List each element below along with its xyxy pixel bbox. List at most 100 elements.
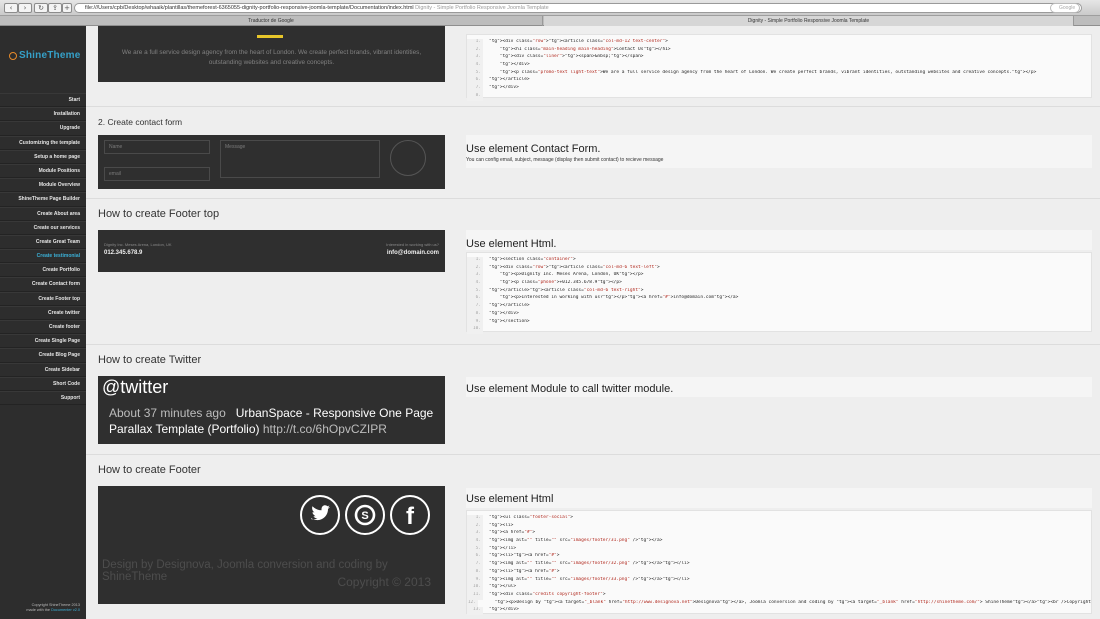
line-number: 3.	[467, 272, 483, 281]
section-title-twitter: How to create Twitter	[98, 354, 202, 366]
logo-mark-icon	[9, 51, 17, 60]
preview-email-field: email	[104, 167, 210, 181]
sidebar-item[interactable]: Create Single Page	[0, 334, 86, 349]
sidebar-item[interactable]: Create Blog Page	[0, 348, 86, 363]
code-text: "tg"></article>	[489, 303, 530, 309]
code-text: "tg"><p class="promo-text light-text">We…	[499, 69, 1037, 75]
sidebar-item[interactable]: Create Sidebar	[0, 362, 86, 377]
code-text: "tg"><p>Dignity Inc. Meses Arena, London…	[499, 272, 644, 278]
sidebar-item[interactable]: Create Portfolio	[0, 263, 86, 278]
preview-footer-copyright: Copyright © 2013	[337, 575, 431, 589]
preview-footer: S f Design by Designova, Joomla conversi…	[98, 486, 445, 604]
line-number: 3.	[467, 54, 483, 63]
code-line: 11. "tg"><div class="credits copyright-fo…	[467, 591, 1091, 600]
code-text: "tg"></ul>	[489, 584, 517, 590]
preview-promo-text: We are a full service design agency from…	[121, 49, 422, 66]
tab-bar: Traductor de Google Dignity - Simple Por…	[0, 16, 1100, 26]
back-icon[interactable]: ‹	[4, 3, 18, 13]
sidebar-item[interactable]: Module Overview	[0, 178, 86, 193]
preview-tweet-time: About 37 minutes ago	[109, 406, 226, 420]
code-line: 6. "tg"></article>	[467, 77, 1091, 86]
address-bar[interactable]: file:///Users/cpb/Desktop/whaaik/plantil…	[74, 3, 1082, 13]
line-number: 4.	[467, 538, 483, 546]
code-line: 5. "tg"></li>	[467, 545, 1091, 554]
code-line: 7. "tg"><img alt="" title="" src="images/…	[467, 561, 1091, 569]
sidebar-item[interactable]: Create footer	[0, 320, 86, 335]
sidebar-item[interactable]: Installation	[0, 107, 86, 122]
code-line: 3. "tg"><div class="liner">"tg"><span>&n…	[467, 54, 1091, 63]
svg-text:S: S	[361, 510, 368, 522]
code-text: "tg"><div class="liner">"tg"><span>&nbsp…	[499, 54, 644, 60]
preview-tweet: About 37 minutes ago UrbanSpace - Respon…	[109, 405, 449, 437]
line-number: 1.	[467, 515, 483, 523]
browser-toolbar: ‹ › ↻ ⇪ + file:///Users/cpb/Desktop/whaa…	[0, 0, 1100, 16]
sidebar-item[interactable]: Create Contact form	[0, 277, 86, 292]
line-number: 6.	[467, 553, 483, 562]
twitter-description: Use element Module to call twitter modul…	[466, 377, 1092, 397]
sidebar: ShineTheme Start Installation Upgrade Custo…	[0, 26, 86, 619]
line-number: 8.	[467, 568, 483, 577]
line-number: 5.	[467, 545, 483, 554]
tab-translate[interactable]: Traductor de Google	[0, 16, 543, 26]
code-line: 9. "tg"></section>	[467, 318, 1091, 327]
line-number: 2.	[467, 522, 483, 531]
line-number: 11.	[467, 591, 483, 600]
logo[interactable]: ShineTheme	[9, 50, 80, 61]
code-line: 10.	[467, 326, 1091, 334]
sidebar-item[interactable]: Start	[0, 93, 86, 108]
sidebar-item[interactable]: ShineTheme Page Builder	[0, 192, 86, 207]
logo-text: ShineTheme	[19, 50, 81, 61]
preview-interest: Interested in working with us?	[386, 242, 439, 247]
preview-submit-circle	[390, 140, 426, 176]
line-number: 7.	[467, 85, 483, 93]
preview-address: Dignity Inc. Meses Arena, London, UK	[104, 242, 172, 247]
sidebar-item[interactable]: Create twitter	[0, 305, 86, 320]
sidebar-item[interactable]: Customizing the template	[0, 135, 86, 150]
code-line: 8. "tg"><li>"tg"><a href="#">	[467, 568, 1091, 577]
section-contact-form	[86, 106, 1100, 107]
sidebar-item[interactable]: Setup a home page	[0, 149, 86, 164]
preview-email: info@domain.com	[386, 250, 439, 256]
line-number: 9.	[467, 576, 483, 585]
code-line: 2. "tg"><li>	[467, 522, 1091, 531]
line-number: 8.	[467, 92, 483, 101]
code-line: 5. "tg"><p class="promo-text light-text"…	[467, 69, 1091, 78]
tab-dignity[interactable]: Dignity - Simple Portfolio Responsive Jo…	[544, 16, 1074, 26]
line-number: 5.	[467, 287, 483, 296]
code-line: 5. "tg"></article>"tg"><article class="co…	[467, 287, 1091, 296]
share-icon[interactable]: ⇪	[48, 3, 62, 13]
line-number: 7.	[467, 561, 483, 569]
code-text: "tg"><h1 class="main-heading main-headin…	[499, 46, 671, 52]
sidebar-item[interactable]: Create Great Team	[0, 234, 86, 250]
sidebar-item[interactable]: Create Footer top	[0, 291, 86, 306]
code-text: "tg"><img alt="" title="" src="images/fo…	[489, 538, 663, 544]
sidebar-item[interactable]: Upgrade	[0, 121, 86, 136]
sidebar-item[interactable]: Short Code	[0, 376, 86, 391]
sidebar-item[interactable]: Create testimonial	[0, 249, 86, 264]
sidebar-item[interactable]: Module Positions	[0, 163, 86, 179]
code-line: 2. "tg"><div class="row">"tg"><article cl…	[467, 264, 1091, 273]
line-number: 2.	[467, 264, 483, 273]
sidebar-item[interactable]: Support	[0, 390, 86, 406]
line-number: 7.	[467, 303, 483, 311]
reload-icon[interactable]: ↻	[34, 3, 48, 13]
sidebar-item[interactable]: Create About area	[0, 206, 86, 221]
code-line: 2. "tg"><h1 class="main-heading main-hea…	[467, 46, 1091, 55]
main-content: We are a full service design agency from…	[86, 26, 1100, 619]
code-text: "tg"></article>"tg"><article class="col-…	[489, 287, 644, 293]
code-line: 12. "tg"><p>Design by "tg"><a target="_b…	[467, 599, 1091, 608]
skype-icon: S	[345, 495, 385, 535]
line-number: 1.	[467, 257, 483, 265]
forward-icon[interactable]: ›	[18, 3, 32, 13]
line-number: 6.	[467, 77, 483, 86]
line-number: 4.	[467, 280, 483, 288]
sidebar-item[interactable]: Create our services	[0, 220, 86, 235]
footer-top-description: Use element Html.	[466, 230, 1092, 250]
documenter-link[interactable]: Documenter v2.0	[51, 608, 80, 612]
line-number: 8.	[467, 310, 483, 319]
add-tab-icon[interactable]: +	[62, 3, 72, 13]
code-line: 3. "tg"><a href="#">	[467, 530, 1091, 539]
preview-name-field: Name	[104, 140, 210, 154]
code-text: "tg"></li>	[489, 545, 517, 551]
search-field[interactable]: Google	[1050, 3, 1080, 13]
